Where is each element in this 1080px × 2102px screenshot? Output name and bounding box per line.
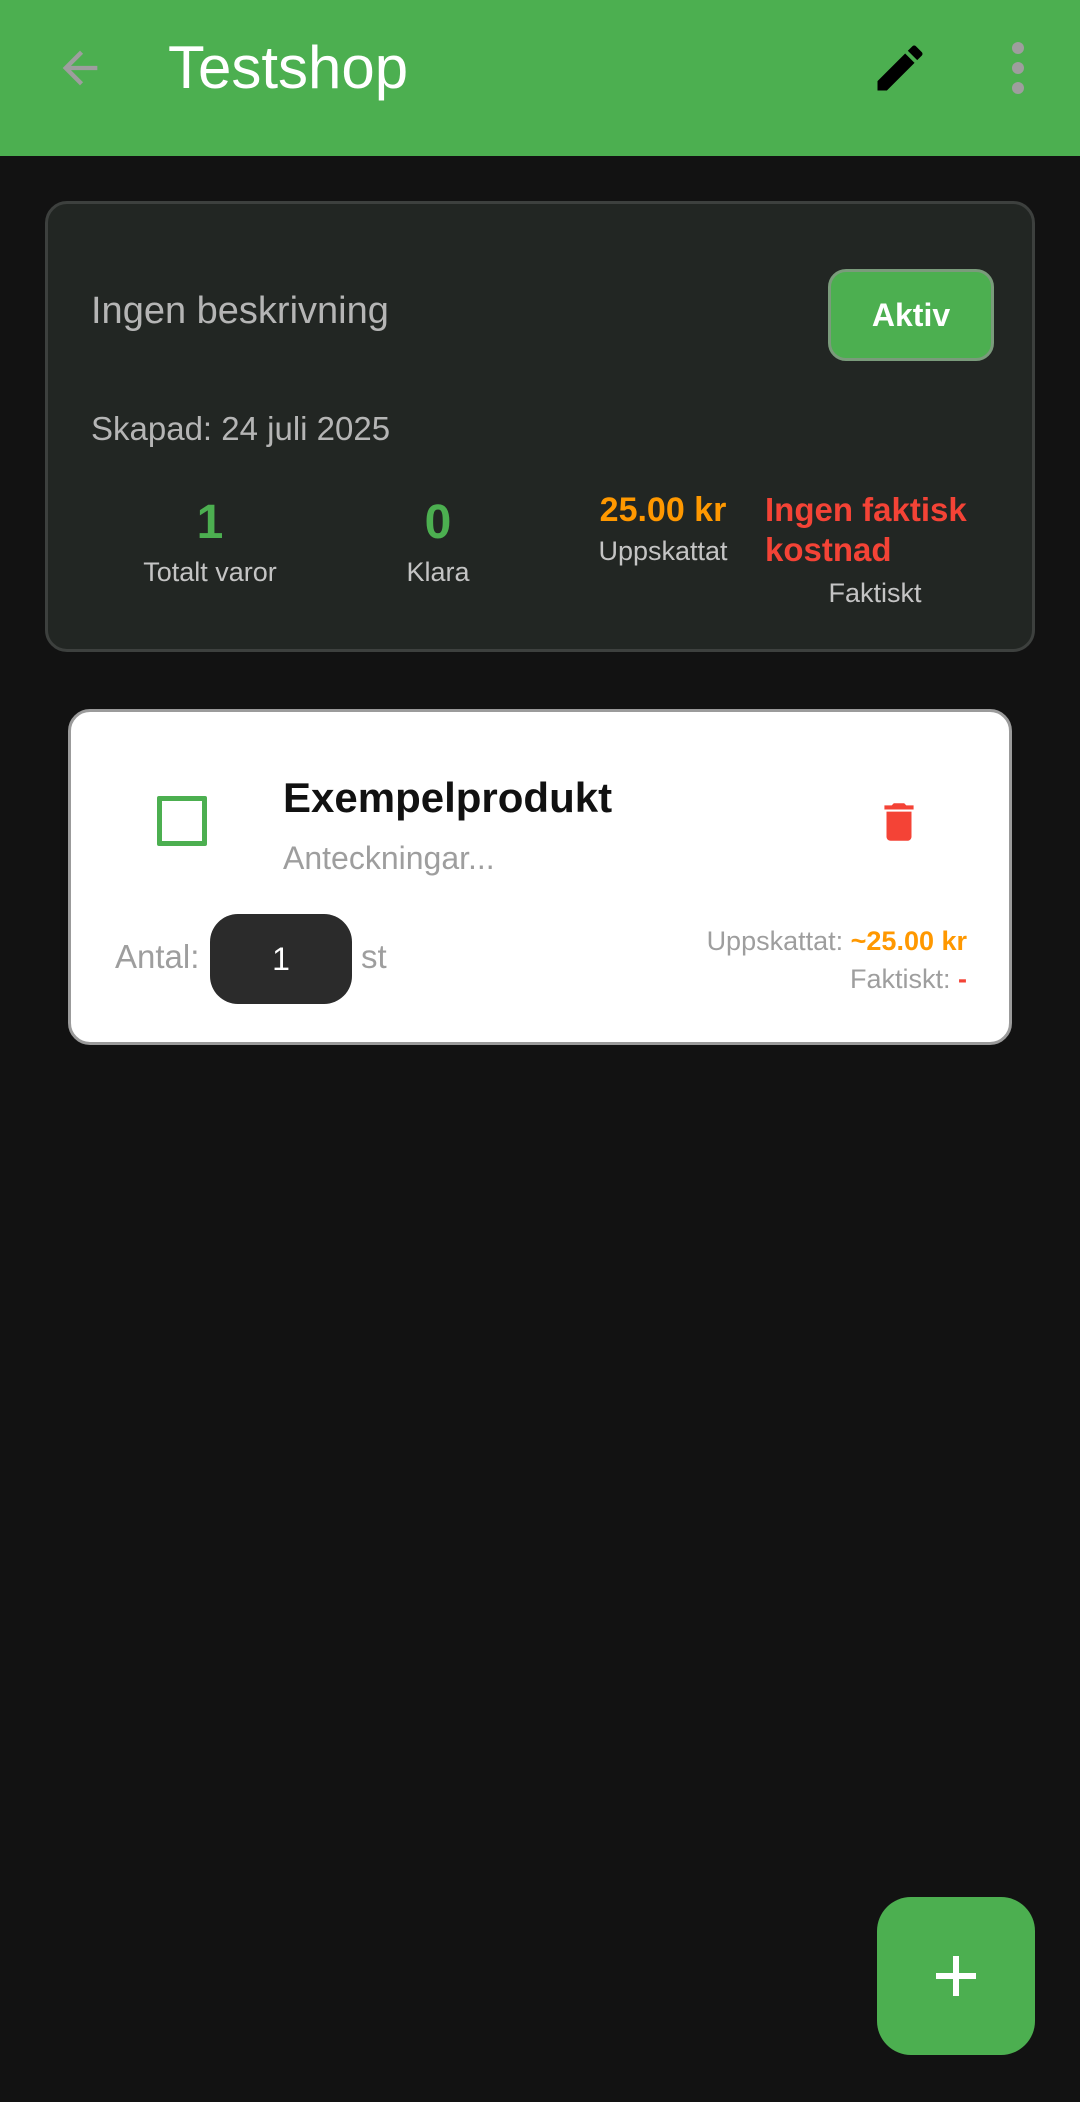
item-actual-value[interactable]: -	[958, 964, 967, 994]
stat-done-value: 0	[424, 496, 452, 549]
item-notes-field[interactable]: Anteckningar...	[283, 840, 495, 877]
stat-estimated-label: Uppskattat	[598, 536, 728, 566]
stat-total-items: 1 Totalt varor	[130, 495, 290, 588]
add-item-button[interactable]	[877, 1897, 1035, 2055]
created-date: Skapad: 24 juli 2025	[91, 410, 391, 447]
stat-done-label: Klara	[406, 557, 470, 587]
item-estimated-label: Uppskattat:	[706, 926, 851, 956]
stat-actual-label: Faktiskt	[828, 578, 922, 608]
plus-icon	[936, 1956, 976, 1996]
quantity-unit: st	[361, 938, 387, 975]
quantity-label: Antal:	[115, 938, 200, 975]
status-toggle-button[interactable]: Aktiv	[828, 269, 994, 361]
list-item: Exempelprodukt Anteckningar... Antal: 1 …	[68, 709, 1012, 1045]
trash-icon	[884, 803, 914, 841]
list-description: Ingen beskrivning	[91, 290, 389, 332]
pencil-icon	[877, 45, 923, 91]
list-summary-card: Ingen beskrivning Aktiv Skapad: 24 juli …	[45, 201, 1035, 652]
arrow-back-icon	[62, 50, 98, 86]
stat-total-value: 1	[196, 496, 224, 549]
app-bar: Testshop	[0, 0, 1080, 156]
item-checkbox[interactable]	[157, 796, 207, 846]
item-name[interactable]: Exempelprodukt	[283, 774, 612, 822]
edit-button[interactable]	[864, 32, 936, 104]
quantity-input[interactable]: 1	[210, 914, 352, 1004]
stat-total-label: Totalt varor	[143, 557, 277, 587]
item-actual-row: Faktiskt: -	[707, 960, 967, 998]
stat-actual-value: Ingen faktisk kostnad	[765, 491, 967, 568]
stat-actual-cost: Ingen faktisk kostnad Faktiskt	[765, 490, 985, 609]
stat-done-items: 0 Klara	[378, 495, 498, 588]
item-actual-label: Faktiskt:	[849, 964, 958, 994]
item-estimated-row: Uppskattat: ~25.00 kr	[707, 922, 967, 960]
stat-estimated-cost: 25.00 kr Uppskattat	[578, 490, 748, 567]
delete-item-button[interactable]	[871, 794, 927, 850]
back-button[interactable]	[48, 36, 112, 100]
more-options-button[interactable]	[990, 32, 1046, 104]
stat-estimated-value: 25.00 kr	[599, 491, 727, 529]
more-vert-icon	[1012, 42, 1024, 94]
item-prices: Uppskattat: ~25.00 kr Faktiskt: -	[707, 922, 967, 998]
item-estimated-value[interactable]: ~25.00 kr	[851, 926, 967, 956]
page-title: Testshop	[168, 34, 409, 101]
